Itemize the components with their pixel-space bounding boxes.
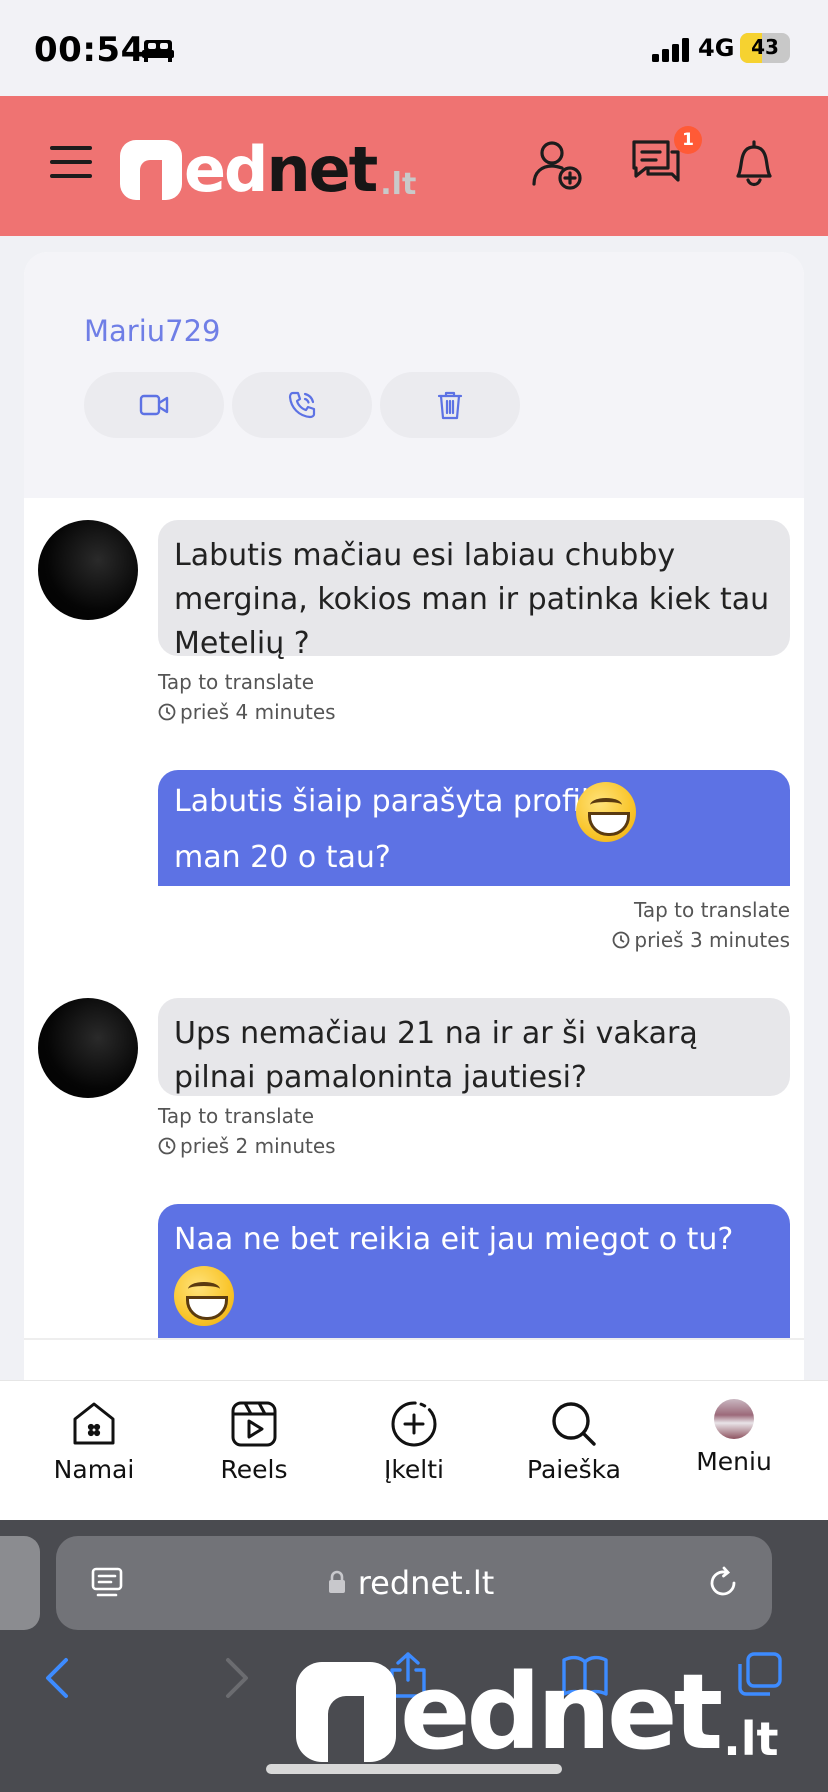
grinning-emoji-icon: [174, 1266, 234, 1326]
tap-to-translate-link[interactable]: Tap to translate: [634, 898, 790, 922]
network-type: 4G: [698, 34, 735, 62]
tap-to-translate-link[interactable]: Tap to translate: [158, 670, 314, 694]
grinning-emoji-icon: [576, 782, 636, 842]
chat-username[interactable]: Mariu729: [84, 314, 221, 348]
bottom-navigation: Namai Reels Įkelti Paieška Meniu: [0, 1380, 828, 1520]
message-timestamp: prieš 3 minutes: [612, 928, 790, 952]
video-call-button[interactable]: [84, 372, 224, 438]
rednet-logo[interactable]: ed net .lt: [120, 139, 416, 201]
divider: [24, 1338, 804, 1340]
messages-badge: 1: [674, 126, 702, 154]
hamburger-menu-icon[interactable]: [50, 146, 92, 178]
rednet-watermark-logo: ednet .lt: [296, 1652, 779, 1764]
voice-call-button[interactable]: [232, 372, 372, 438]
nav-item-search[interactable]: Paieška: [504, 1399, 644, 1484]
reload-icon[interactable]: [706, 1566, 740, 1600]
message-bubble-outgoing: Naa ne bet reikia eit jau miegot o tu?: [158, 1204, 790, 1338]
nav-item-reels[interactable]: Reels: [184, 1399, 324, 1484]
notification-bell-icon[interactable]: [728, 138, 780, 190]
message-bubble-incoming: Ups nemačiau 21 na ir ar ši vakarą pilna…: [158, 998, 790, 1096]
add-friend-icon[interactable]: [530, 138, 582, 190]
sender-avatar[interactable]: [38, 998, 138, 1098]
upload-plus-icon: [391, 1401, 437, 1447]
nav-item-menu[interactable]: Meniu: [664, 1399, 804, 1476]
tap-to-translate-link[interactable]: Tap to translate: [158, 1104, 314, 1128]
clock-icon: [158, 1137, 176, 1155]
reels-icon: [231, 1401, 277, 1447]
message-timestamp: prieš 4 minutes: [158, 700, 336, 724]
clock-icon: [158, 703, 176, 721]
search-icon: [552, 1402, 596, 1446]
app-header: ed net .lt 1: [0, 96, 828, 236]
sender-avatar[interactable]: [38, 520, 138, 620]
phone-call-icon: [288, 391, 316, 419]
forward-icon[interactable]: [222, 1656, 252, 1700]
message-bubble-outgoing: Labutis šiaip parašyta profilyje man 20 …: [158, 770, 790, 886]
message-timestamp: prieš 2 minutes: [158, 1134, 336, 1158]
delete-chat-button[interactable]: [380, 372, 520, 438]
previous-tab-preview[interactable]: [0, 1536, 40, 1630]
home-indicator[interactable]: [266, 1764, 562, 1774]
signal-icon: [652, 38, 689, 62]
sleep-focus-icon: [142, 40, 174, 62]
video-camera-icon: [139, 394, 169, 416]
nav-item-home[interactable]: Namai: [24, 1399, 164, 1484]
battery-percent: 43: [751, 35, 779, 59]
clock-icon: [612, 931, 630, 949]
trash-icon: [437, 391, 463, 420]
home-icon: [73, 1402, 115, 1445]
message-bubble-incoming: Labutis mačiau esi labiau chubby mergina…: [158, 520, 790, 661]
chat-header: Mariu729: [24, 252, 804, 498]
messages-icon[interactable]: [630, 138, 682, 190]
profile-avatar: [714, 1399, 754, 1439]
nav-item-upload[interactable]: Įkelti: [344, 1399, 484, 1484]
back-icon[interactable]: [42, 1656, 72, 1700]
status-time: 00:54: [34, 30, 145, 70]
chat-card: Mariu729 Labutis mačiau esi labiau chubb…: [24, 252, 804, 1382]
status-bar: 00:54 4G 43: [0, 0, 828, 96]
battery-indicator: 43: [740, 33, 790, 63]
address-bar[interactable]: rednet.lt: [56, 1536, 772, 1630]
url-text: rednet.lt: [357, 1564, 495, 1602]
